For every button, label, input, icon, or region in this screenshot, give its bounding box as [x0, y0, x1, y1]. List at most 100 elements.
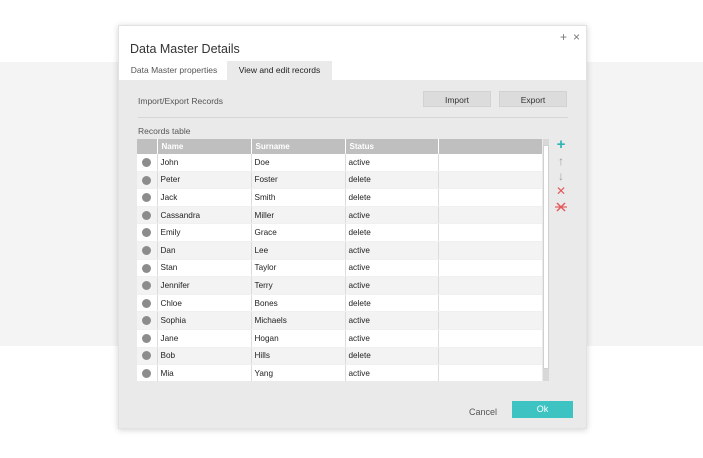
table-row[interactable]: Jack Smith delete	[137, 188, 542, 207]
cell-status[interactable]: delete	[345, 171, 439, 190]
cell-name[interactable]: Stan	[157, 259, 252, 278]
tab-data-master-properties[interactable]: Data Master properties	[123, 61, 225, 80]
export-button[interactable]: Export	[499, 91, 567, 107]
import-button[interactable]: Import	[423, 91, 491, 107]
close-icon[interactable]: ×	[573, 30, 580, 44]
row-status-dot[interactable]	[137, 206, 158, 225]
table-row[interactable]: Chloe Bones delete	[137, 294, 542, 313]
cell-surname[interactable]: Taylor	[251, 259, 346, 278]
row-handle-icon[interactable]	[142, 210, 152, 220]
cell-empty[interactable]	[438, 223, 542, 242]
cell-empty[interactable]	[438, 311, 542, 330]
row-status-dot[interactable]	[137, 188, 158, 207]
cell-name[interactable]: Mia	[157, 364, 252, 381]
cell-status[interactable]: active	[345, 259, 439, 278]
cell-status[interactable]: active	[345, 276, 439, 295]
cell-status[interactable]: delete	[345, 294, 439, 313]
cell-surname[interactable]: Terry	[251, 276, 346, 295]
row-handle-icon[interactable]	[142, 193, 152, 203]
cell-name[interactable]: Bob	[157, 347, 252, 366]
row-status-dot[interactable]	[137, 259, 158, 278]
cell-surname[interactable]: Bones	[251, 294, 346, 313]
cell-empty[interactable]	[438, 154, 542, 172]
cell-empty[interactable]	[438, 294, 542, 313]
row-handle-icon[interactable]	[142, 157, 152, 167]
table-row[interactable]: Mia Yang active	[137, 364, 542, 381]
cell-surname[interactable]: Lee	[251, 241, 346, 260]
row-status-dot[interactable]	[137, 276, 158, 295]
row-status-dot[interactable]	[137, 364, 158, 381]
cell-empty[interactable]	[438, 188, 542, 207]
row-handle-icon[interactable]	[142, 351, 152, 361]
arrow-down-icon[interactable]: ↓	[553, 169, 569, 183]
cell-status[interactable]: active	[345, 329, 439, 348]
cancel-button[interactable]: Cancel	[467, 404, 499, 420]
row-status-dot[interactable]	[137, 171, 158, 190]
cell-name[interactable]: Chloe	[157, 294, 252, 313]
scrollbar-thumb[interactable]	[543, 145, 549, 369]
row-status-dot[interactable]	[137, 329, 158, 348]
row-handle-icon[interactable]	[142, 369, 152, 379]
cell-name[interactable]: Jack	[157, 188, 252, 207]
table-row[interactable]: Jennifer Terry active	[137, 276, 542, 295]
row-handle-icon[interactable]	[142, 333, 152, 343]
add-icon[interactable]: +	[553, 137, 569, 152]
cell-surname[interactable]: Michaels	[251, 311, 346, 330]
column-header-surname[interactable]: Surname	[251, 139, 346, 154]
cell-status[interactable]: delete	[345, 188, 439, 207]
table-row[interactable]: Peter Foster delete	[137, 171, 542, 190]
cell-status[interactable]: active	[345, 311, 439, 330]
column-header-name[interactable]: Name	[157, 139, 252, 154]
ok-button[interactable]: Ok	[512, 401, 573, 418]
table-row[interactable]: John Doe active	[137, 154, 542, 172]
row-handle-icon[interactable]	[142, 316, 152, 326]
cell-surname[interactable]: Hogan	[251, 329, 346, 348]
cell-status[interactable]: active	[345, 241, 439, 260]
cell-empty[interactable]	[438, 206, 542, 225]
cell-status[interactable]: delete	[345, 347, 439, 366]
table-scrollbar[interactable]	[543, 139, 549, 381]
cell-status[interactable]: active	[345, 154, 439, 172]
row-status-dot[interactable]	[137, 311, 158, 330]
cell-status[interactable]: delete	[345, 223, 439, 242]
cell-empty[interactable]	[438, 276, 542, 295]
row-status-dot[interactable]	[137, 347, 158, 366]
cell-name[interactable]: Cassandra	[157, 206, 252, 225]
row-handle-icon[interactable]	[142, 298, 152, 308]
arrow-up-icon[interactable]: ↑	[553, 154, 569, 168]
table-row[interactable]: Bob Hills delete	[137, 347, 542, 366]
cell-name[interactable]: Jane	[157, 329, 252, 348]
delete-all-icon[interactable]	[553, 200, 569, 214]
cell-name[interactable]: John	[157, 154, 252, 172]
cell-surname[interactable]: Smith	[251, 188, 346, 207]
maximize-icon[interactable]: +	[560, 30, 567, 44]
row-handle-icon[interactable]	[142, 175, 152, 185]
table-row[interactable]: Emily Grace delete	[137, 223, 542, 242]
row-status-dot[interactable]	[137, 223, 158, 242]
cell-empty[interactable]	[438, 259, 542, 278]
cell-surname[interactable]: Grace	[251, 223, 346, 242]
cell-empty[interactable]	[438, 364, 542, 381]
cell-surname[interactable]: Doe	[251, 154, 346, 172]
cell-empty[interactable]	[438, 171, 542, 190]
cell-empty[interactable]	[438, 329, 542, 348]
cell-name[interactable]: Dan	[157, 241, 252, 260]
cell-surname[interactable]: Foster	[251, 171, 346, 190]
cell-name[interactable]: Emily	[157, 223, 252, 242]
table-row[interactable]: Jane Hogan active	[137, 329, 542, 348]
cell-surname[interactable]: Hills	[251, 347, 346, 366]
table-row[interactable]: Cassandra Miller active	[137, 206, 542, 225]
cell-status[interactable]: active	[345, 364, 439, 381]
row-handle-icon[interactable]	[142, 245, 152, 255]
delete-icon[interactable]: ✕	[553, 184, 569, 198]
cell-status[interactable]: active	[345, 206, 439, 225]
cell-empty[interactable]	[438, 347, 542, 366]
cell-name[interactable]: Sophia	[157, 311, 252, 330]
row-status-dot[interactable]	[137, 294, 158, 313]
column-header-status[interactable]: Status	[345, 139, 439, 154]
table-row[interactable]: Stan Taylor active	[137, 259, 542, 278]
row-handle-icon[interactable]	[142, 281, 152, 291]
row-status-dot[interactable]	[137, 154, 158, 172]
table-row[interactable]: Dan Lee active	[137, 241, 542, 260]
cell-name[interactable]: Jennifer	[157, 276, 252, 295]
